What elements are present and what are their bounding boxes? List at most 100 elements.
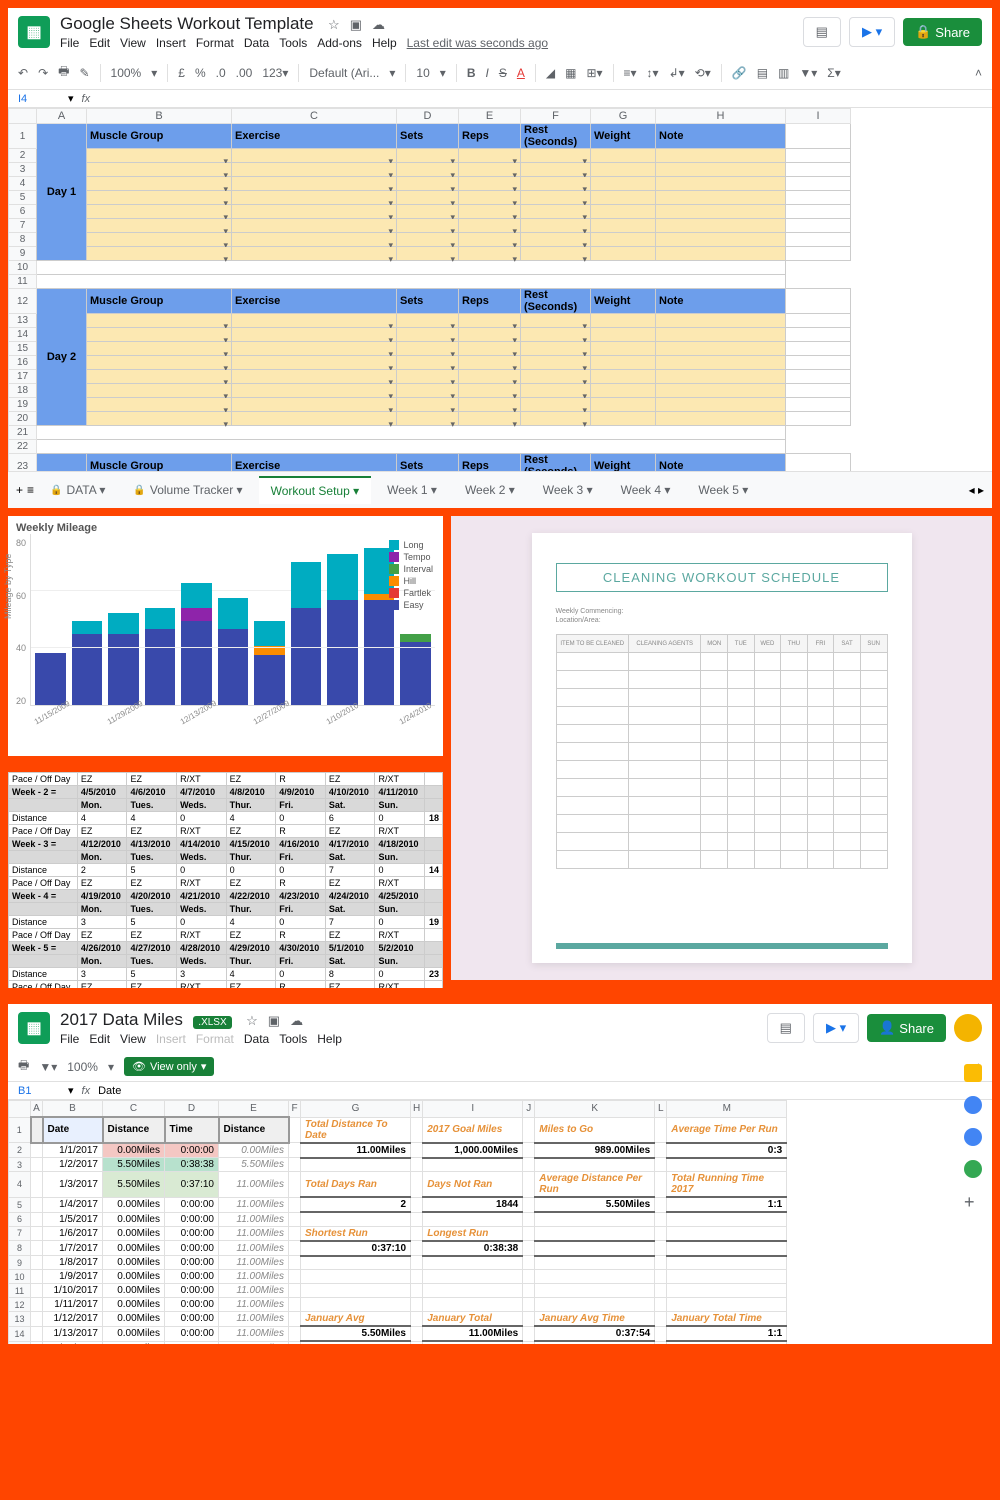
star-icon[interactable]: ☆ <box>246 1013 258 1029</box>
tab-week-4[interactable]: Week 4 ▾ <box>609 477 683 503</box>
tab-data[interactable]: 🔒DATA ▾ <box>38 477 117 503</box>
tasks-icon[interactable] <box>964 1128 982 1146</box>
link-icon[interactable]: 🔗 <box>732 66 747 80</box>
menu-help[interactable]: Help <box>317 1032 342 1046</box>
cleaning-table: ITEM TO BE CLEANEDCLEANING AGENTSMONTUEW… <box>556 634 888 869</box>
menu-format[interactable]: Format <box>196 1032 234 1046</box>
present-button[interactable]: ▶ ▾ <box>813 1013 859 1043</box>
sheet-tabs: + ≡ 🔒DATA ▾🔒Volume Tracker ▾Workout Setup … <box>8 471 992 508</box>
doc-title[interactable]: Google Sheets Workout Template <box>60 14 314 33</box>
menu-add-ons[interactable]: Add-ons <box>317 36 362 50</box>
training-schedule: Pace / Off DayEZEZR/XTEZREZR/XTWeek - 2 … <box>8 772 443 988</box>
bar-column[interactable]: 12/13/2009 <box>181 583 212 705</box>
collapse-icon[interactable]: ˄ <box>975 66 982 80</box>
merge-icon[interactable]: ⊞▾ <box>586 66 602 80</box>
bar-column[interactable]: 12/27/2009 <box>254 621 285 705</box>
tab-week-1[interactable]: Week 1 ▾ <box>375 477 449 503</box>
chart-icon[interactable]: ▥ <box>778 66 789 80</box>
zoom-select[interactable]: 100% <box>67 1060 98 1074</box>
bar-column[interactable] <box>218 598 249 705</box>
bar-column[interactable]: 1/10/2010 <box>327 554 358 705</box>
cell-reference[interactable]: I4 <box>18 93 68 105</box>
move-icon[interactable]: ▣ <box>350 17 362 33</box>
doc-title[interactable]: 2017 Data Miles <box>60 1010 183 1029</box>
avatar[interactable] <box>954 1014 982 1042</box>
sheets-logo-icon[interactable]: ▦ <box>18 16 50 48</box>
cloud-icon[interactable]: ☁ <box>290 1013 303 1029</box>
functions-icon[interactable]: Σ▾ <box>827 66 840 80</box>
menu-edit[interactable]: Edit <box>89 36 110 50</box>
print-icon[interactable]: 🖶 <box>58 62 69 83</box>
menu-edit[interactable]: Edit <box>89 1032 110 1046</box>
tab-volume-tracker[interactable]: 🔒Volume Tracker ▾ <box>121 477 254 503</box>
font-select[interactable]: Default (Ari... <box>309 66 379 80</box>
xlsx-badge: .XLSX <box>193 1016 231 1029</box>
fill-icon[interactable]: ◢ <box>546 66 555 80</box>
menu-help[interactable]: Help <box>372 36 397 50</box>
paint-icon[interactable]: ✎ <box>79 66 89 80</box>
maps-icon[interactable] <box>964 1160 982 1178</box>
y-axis: Mileage by Type 80604020 <box>16 534 30 734</box>
calendar-icon[interactable] <box>964 1064 982 1082</box>
menu-file[interactable]: File <box>60 1032 79 1046</box>
bar-column[interactable] <box>291 562 322 705</box>
add-icon[interactable]: + <box>964 1192 982 1210</box>
menu-insert[interactable]: Insert <box>156 1032 186 1046</box>
share-button[interactable]: 🔒 Share <box>903 18 982 46</box>
chart-title: Weekly Mileage <box>16 522 435 534</box>
bar-column[interactable]: 11/29/2009 <box>108 613 139 705</box>
tab-workout-setup[interactable]: Workout Setup ▾ <box>259 476 372 504</box>
fx-icon: fx <box>82 93 91 105</box>
move-icon[interactable]: ▣ <box>268 1013 280 1029</box>
comments-button[interactable]: ▤ <box>803 17 841 47</box>
spreadsheet-grid[interactable]: ABCDEFGHIJKLM1DateDistanceTimeDistanceTo… <box>8 1100 787 1344</box>
menu-format[interactable]: Format <box>196 36 234 50</box>
menu-data[interactable]: Data <box>244 36 269 50</box>
borders-icon[interactable]: ▦ <box>565 66 576 80</box>
comment-icon[interactable]: ▤ <box>757 66 768 80</box>
add-sheet-icon[interactable]: + <box>16 483 23 497</box>
doc-heading: CLEANING WORKOUT SCHEDULE <box>556 563 888 592</box>
menu-insert[interactable]: Insert <box>156 36 186 50</box>
view-only-button[interactable]: 👁 View only ▾ <box>124 1057 214 1076</box>
menu-data[interactable]: Data <box>244 1032 269 1046</box>
bar-column[interactable] <box>145 608 176 705</box>
redo-icon[interactable]: ↷ <box>38 66 48 80</box>
keep-icon[interactable] <box>964 1096 982 1114</box>
cloud-icon[interactable]: ☁ <box>372 17 385 33</box>
edit-status[interactable]: Last edit was seconds ago <box>407 36 548 50</box>
present-button[interactable]: ▶ ▾ <box>849 17 895 47</box>
chart-legend: LongTempoIntervalHillFartlekEasy <box>389 540 433 612</box>
comments-button[interactable]: ▤ <box>767 1013 805 1043</box>
star-icon[interactable]: ☆ <box>328 17 340 33</box>
zoom-select[interactable]: 100% <box>111 66 142 80</box>
font-size[interactable]: 10 <box>416 66 429 80</box>
cleaning-schedule-doc: CLEANING WORKOUT SCHEDULE Weekly Commenc… <box>532 533 912 963</box>
bar-column[interactable] <box>72 621 103 705</box>
toolbar: ↶ ↷ 🖶 ✎ 100%▾ £% .0.00 123▾ Default (Ari… <box>8 56 992 90</box>
tab-week-2[interactable]: Week 2 ▾ <box>453 477 527 503</box>
tab-week-3[interactable]: Week 3 ▾ <box>531 477 605 503</box>
menu-view[interactable]: View <box>120 36 146 50</box>
menu-view[interactable]: View <box>120 1032 146 1046</box>
undo-icon[interactable]: ↶ <box>18 66 28 80</box>
print-icon[interactable]: 🖶 <box>18 1056 29 1077</box>
menu-bar: File Edit View Insert Format Data Tools Help <box>60 1032 767 1046</box>
sheets-logo-icon[interactable]: ▦ <box>18 1012 50 1044</box>
filter-icon[interactable]: ▼▾ <box>39 1060 57 1074</box>
filter-icon[interactable]: ▼▾ <box>799 66 817 80</box>
bar-column[interactable]: 1/24/2010 <box>400 634 431 705</box>
menu-bar: File Edit View Insert Format Data Tools Add-ons… <box>60 36 803 50</box>
tab-week-5[interactable]: Week 5 ▾ <box>686 477 760 503</box>
bar-column[interactable]: 11/15/2009 <box>35 653 66 706</box>
formula-bar[interactable]: Date <box>98 1085 121 1097</box>
chart-bars[interactable]: 11/15/2009 11/29/2009 12/13/2009 12/27/2009… <box>30 534 435 706</box>
menu-tools[interactable]: Tools <box>279 1032 307 1046</box>
cell-reference[interactable]: B1 <box>18 1085 68 1097</box>
menu-tools[interactable]: Tools <box>279 36 307 50</box>
menu-file[interactable]: File <box>60 36 79 50</box>
all-sheets-icon[interactable]: ≡ <box>27 483 34 497</box>
share-button[interactable]: 👤 Share <box>867 1014 946 1042</box>
side-panel: + <box>958 1064 988 1210</box>
spreadsheet-grid[interactable]: ABCDEFGHI1Day 1Muscle GroupExerciseSetsR… <box>8 108 851 508</box>
